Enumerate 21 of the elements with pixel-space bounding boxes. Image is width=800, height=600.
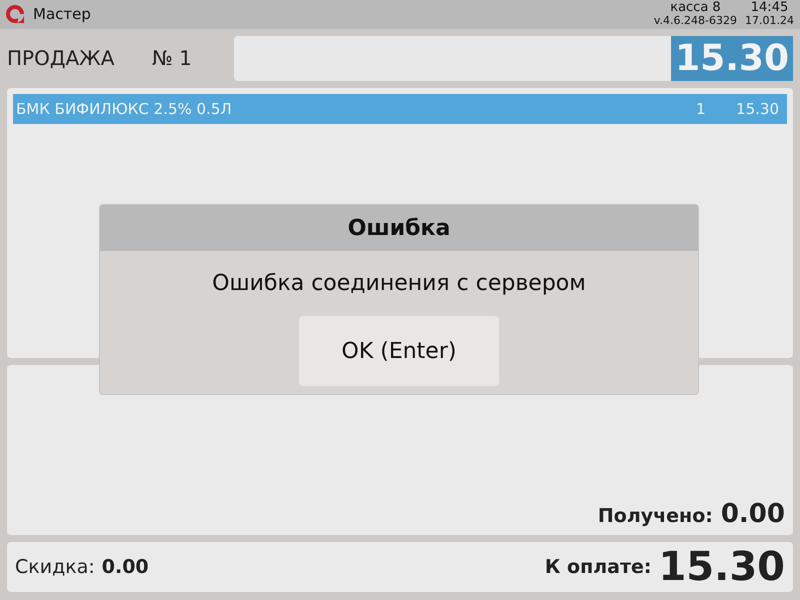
discount-label: Скидка:: [15, 556, 95, 578]
received-label: Получено:: [598, 505, 713, 528]
received-amount: 0.00: [720, 501, 785, 528]
discount-amount: 0.00: [102, 558, 149, 577]
dialog-title: Ошибка: [100, 205, 698, 251]
register-label: касса 8: [669, 1, 722, 14]
amount-due-label: К оплате:: [544, 556, 652, 578]
ok-button[interactable]: OK (Enter): [299, 316, 499, 386]
logo-icon: [4, 3, 26, 26]
item-sum: 15.30: [736, 100, 779, 118]
version-label: v.4.6.248-6329: [654, 14, 738, 28]
item-quantity: 1: [696, 100, 707, 118]
amount-due: 15.30: [658, 547, 785, 588]
total-amount: 15.30: [671, 36, 793, 81]
date-label: 17.01.24: [745, 14, 794, 28]
app-name: Мастер: [33, 5, 92, 24]
sale-title: ПРОДАЖА: [7, 46, 116, 70]
item-name: БМК БИФИЛЮКС 2.5% 0.5Л: [16, 100, 233, 118]
clock-time: 14:45: [750, 1, 790, 14]
dialog-message: Ошибка соединения с сервером: [212, 271, 586, 296]
sale-number: № 1: [152, 46, 193, 70]
